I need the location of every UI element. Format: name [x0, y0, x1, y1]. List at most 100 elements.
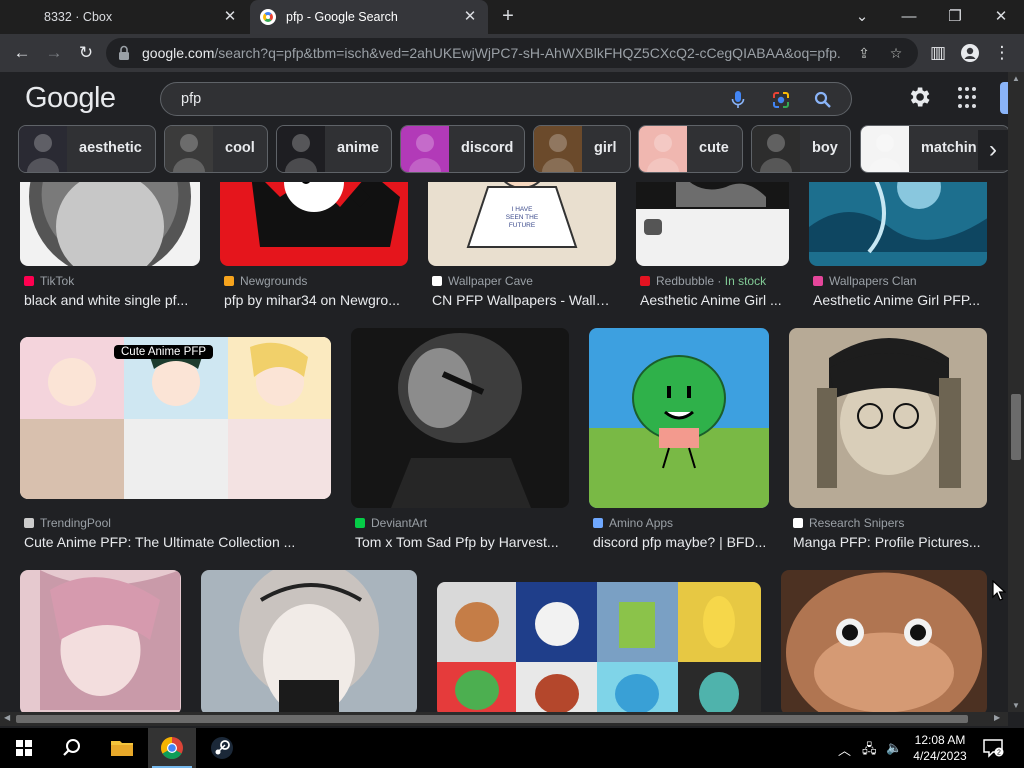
chip-thumbnail [277, 126, 325, 172]
side-panel-icon[interactable]: ▥ [926, 42, 950, 64]
back-icon[interactable]: ← [10, 42, 34, 64]
chip-label: aesthetic [79, 140, 142, 156]
result-source-name: Wallpapers Clan [829, 274, 917, 288]
chip-cute[interactable]: cute [638, 125, 743, 173]
profile-icon[interactable] [960, 43, 980, 63]
result-source[interactable]: Wallpapers Clan [813, 274, 917, 288]
chips-next-chevron-icon[interactable]: › [978, 130, 1008, 170]
chip-anime[interactable]: anime [276, 125, 392, 173]
image-result-thumbnail[interactable] [781, 570, 987, 712]
chip-label: cool [225, 140, 255, 156]
file-explorer-icon[interactable] [98, 728, 146, 768]
svg-text:2: 2 [997, 750, 1001, 757]
result-title-link[interactable]: CN PFP Wallpapers - Wallp... [432, 292, 614, 308]
image-result-thumbnail[interactable]: Cute Anime PFP [20, 337, 331, 499]
scroll-down-icon[interactable]: ▼ [1011, 701, 1021, 710]
image-result-thumbnail[interactable] [20, 570, 181, 712]
chip-thumbnail [19, 126, 67, 172]
chrome-icon [161, 737, 183, 759]
new-tab-button[interactable]: + [498, 6, 518, 27]
result-source[interactable]: Research Snipers [793, 516, 904, 530]
result-source[interactable]: TikTok [24, 274, 74, 288]
site-favicon-icon [593, 518, 603, 528]
search-icon[interactable] [813, 90, 833, 110]
lock-icon [119, 45, 129, 60]
result-source[interactable]: DeviantArt [355, 516, 427, 530]
address-bar[interactable]: google.com/search?q=pfp&tbm=isch&ved=2ah… [106, 38, 918, 68]
tab-google-search[interactable]: pfp - Google Search ✕ [250, 0, 488, 34]
site-favicon-icon [793, 518, 803, 528]
chip-girl[interactable]: girl [533, 125, 631, 173]
notifications-icon[interactable]: 2 [982, 738, 1004, 758]
tab-close-icon[interactable]: ✕ [462, 9, 478, 25]
horizontal-scrollbar[interactable]: ◀ ▶ [0, 712, 1008, 726]
chip-thumbnail [861, 126, 909, 172]
result-title-link[interactable]: black and white single pf... [24, 292, 196, 308]
image-result-thumbnail[interactable] [589, 328, 769, 508]
scroll-up-icon[interactable]: ▲ [1011, 74, 1021, 83]
chip-discord[interactable]: discord [400, 125, 525, 173]
close-window-button[interactable]: ✕ [989, 6, 1013, 28]
image-result-thumbnail[interactable] [201, 570, 417, 712]
scroll-left-icon[interactable]: ◀ [4, 713, 10, 722]
minimize-button[interactable]: — [897, 6, 921, 28]
restore-button[interactable]: ❐ [943, 6, 967, 28]
horizontal-scroll-thumb[interactable] [16, 715, 968, 723]
tab-search-icon[interactable]: ⌄ [850, 6, 874, 28]
url-text[interactable]: google.com/search?q=pfp&tbm=isch&ved=2ah… [142, 45, 842, 61]
steam-icon[interactable] [198, 728, 246, 768]
chip-boy[interactable]: boy [751, 125, 851, 173]
chrome-taskbar-button[interactable] [148, 728, 196, 768]
result-source[interactable]: Redbubble · In stock [640, 274, 766, 288]
vertical-scrollbar[interactable]: ▲ ▼ [1008, 72, 1024, 712]
google-apps-icon[interactable] [958, 87, 980, 109]
show-hidden-icons-icon[interactable]: ︿ [838, 740, 851, 759]
image-result-thumbnail[interactable] [351, 328, 569, 508]
tab-google-title: pfp - Google Search [286, 10, 398, 24]
vertical-scroll-thumb[interactable] [1011, 394, 1021, 460]
search-input[interactable]: pfp [181, 91, 201, 107]
scroll-right-icon[interactable]: ▶ [994, 713, 1000, 722]
windows-taskbar: ︿ 🖧 🔈 12:08 AM 4/24/2023 2 [0, 728, 1024, 768]
chrome-menu-icon[interactable]: ⋮ [990, 42, 1014, 64]
result-source[interactable]: Amino Apps [593, 516, 673, 530]
network-icon[interactable]: 🖧 [862, 740, 877, 762]
clock-time: 12:08 AM [914, 733, 966, 747]
voice-search-icon[interactable] [731, 91, 745, 109]
bookmark-star-icon[interactable]: ☆ [886, 43, 906, 63]
account-avatar[interactable] [1000, 82, 1008, 114]
result-title-link[interactable]: Aesthetic Anime Girl ... [640, 292, 790, 308]
result-source[interactable]: Newgrounds [224, 274, 307, 288]
site-favicon-icon [355, 518, 365, 528]
system-clock[interactable]: 12:08 AM 4/24/2023 [912, 732, 968, 764]
windows-start-icon[interactable] [0, 728, 48, 768]
tab-close-icon[interactable]: ✕ [222, 9, 238, 25]
google-logo[interactable]: Google [25, 82, 116, 115]
result-source-name: TrendingPool [40, 516, 111, 530]
result-title-link[interactable]: pfp by mihar34 on Newgro... [224, 292, 406, 308]
search-box[interactable]: pfp [160, 82, 852, 116]
result-source[interactable]: Wallpaper Cave [432, 274, 533, 288]
site-favicon-icon [24, 276, 34, 286]
result-title-link[interactable]: discord pfp maybe? | BFD... [593, 534, 768, 550]
result-source[interactable]: TrendingPool [24, 516, 111, 530]
reload-icon[interactable]: ↻ [74, 42, 98, 64]
result-title-link[interactable]: Manga PFP: Profile Pictures... [793, 534, 988, 550]
forward-icon[interactable]: → [42, 42, 66, 64]
chip-aesthetic[interactable]: aesthetic [18, 125, 156, 173]
chip-cool[interactable]: cool [164, 125, 268, 173]
volume-icon[interactable]: 🔈 [886, 740, 902, 756]
google-lens-icon[interactable] [771, 90, 791, 110]
settings-gear-icon[interactable] [906, 84, 932, 110]
svg-text:SEEN THE: SEEN THE [506, 214, 539, 221]
result-title-link[interactable]: Cute Anime PFP: The Ultimate Collection … [24, 534, 326, 550]
tab-cbox[interactable]: 8332 · Cbox ✕ [0, 0, 248, 34]
share-icon[interactable]: ⇪ [854, 43, 874, 63]
result-title-link[interactable]: Aesthetic Anime Girl PFP... [813, 292, 988, 308]
taskbar-search-icon[interactable] [48, 728, 96, 768]
image-result-thumbnail[interactable] [789, 328, 987, 508]
result-title-link[interactable]: Tom x Tom Sad Pfp by Harvest... [355, 534, 565, 550]
chip-label: boy [812, 140, 838, 156]
site-favicon-icon [813, 276, 823, 286]
image-result-thumbnail[interactable] [437, 582, 761, 712]
